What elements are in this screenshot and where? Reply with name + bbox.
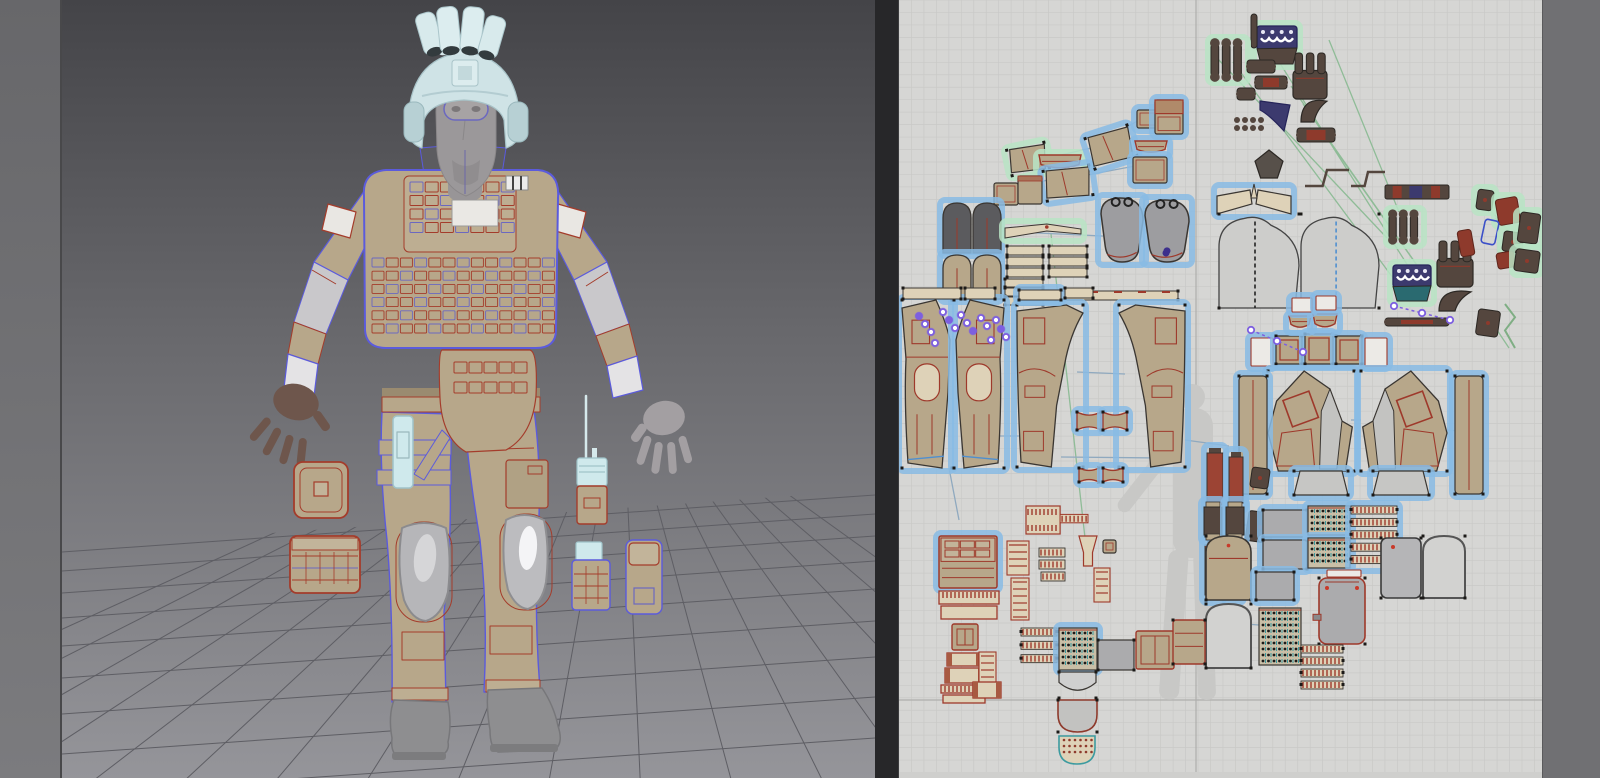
pattern-piece-belt-s6[interactable] — [1047, 266, 1089, 279]
pattern-piece-hatch-s3[interactable] — [1040, 571, 1066, 582]
pattern-piece-pant-strap2[interactable] — [963, 286, 997, 301]
pattern-piece-lid-b4[interactable] — [1127, 151, 1173, 189]
pattern-piece-bits-l2[interactable] — [972, 681, 1002, 699]
pattern-piece-dots-3[interactable] — [1258, 607, 1302, 666]
pattern-piece-bar-5[interactable] — [1384, 317, 1450, 327]
pattern-piece-belt-s1[interactable] — [1005, 244, 1045, 257]
pattern-piece-quad-dark[interactable] — [1475, 308, 1501, 338]
pattern-piece-tantall[interactable] — [1171, 618, 1207, 666]
app-window — [0, 0, 1600, 778]
molle-pouch — [289, 535, 361, 594]
pattern-piece-stack-box[interactable] — [951, 623, 979, 651]
pattern-piece-stack-pouch[interactable] — [933, 530, 1003, 594]
pattern-piece-belt-s2[interactable] — [1047, 244, 1089, 257]
pattern-editor-2d[interactable] — [899, 0, 1542, 778]
pattern-piece-collar-l[interactable] — [1288, 465, 1354, 501]
pattern-piece-strip-angle[interactable] — [999, 218, 1087, 244]
pattern-piece-belt-s5[interactable] — [1005, 266, 1045, 279]
pattern-piece-lid-a6[interactable] — [1017, 175, 1043, 205]
left-edge-strip — [0, 0, 62, 778]
pattern-piece-bar-3[interactable] — [1236, 87, 1256, 101]
pattern-piece-bit-r7[interactable] — [1509, 244, 1542, 278]
pattern-piece-graypouch-2[interactable] — [1312, 576, 1367, 646]
groin-flap — [438, 349, 537, 453]
pattern-piece-bowtie-4[interactable] — [1097, 462, 1129, 488]
pattern-piece-graybox-3[interactable] — [1250, 566, 1300, 606]
tall-pouch — [625, 539, 663, 615]
pattern-piece-ladder-3[interactable] — [1093, 567, 1111, 603]
pattern-piece-belt-s4[interactable] — [1047, 255, 1089, 268]
pattern-piece-stack-b1[interactable] — [946, 652, 982, 667]
pattern-piece-hatch-s1[interactable] — [1038, 547, 1066, 558]
chest-clip — [505, 175, 529, 191]
pattern-piece-bar-1[interactable] — [1246, 59, 1276, 74]
right-ear-cup — [507, 101, 529, 143]
pattern-piece-stack-b2[interactable] — [944, 667, 984, 684]
pattern-piece-graypouch-1[interactable] — [1379, 536, 1423, 600]
pattern-piece-hatchrows-3[interactable] — [1019, 627, 1059, 664]
pattern-editor-canvas[interactable] — [899, 0, 1542, 778]
pattern-piece-dome-dots[interactable] — [1058, 735, 1096, 765]
pattern-piece-knuckle-r[interactable] — [1387, 259, 1437, 307]
pattern-piece-jacket-wing-r[interactable] — [1449, 370, 1489, 500]
pattern-piece-white-bar[interactable] — [1326, 569, 1362, 578]
pattern-piece-small-square[interactable] — [1102, 539, 1117, 554]
pattern-piece-strap-row2[interactable] — [1063, 286, 1095, 300]
pattern-piece-u-pouch[interactable] — [1056, 698, 1099, 734]
left-ear-cup — [403, 101, 425, 143]
pattern-piece-dark-t2[interactable] — [1249, 466, 1271, 490]
pattern-piece-bar-4[interactable] — [1296, 127, 1336, 143]
viewport-3d-canvas[interactable] — [62, 0, 875, 778]
pattern-piece-bar-2[interactable] — [1254, 75, 1288, 90]
pattern-piece-stick-1[interactable] — [1250, 13, 1258, 49]
utility-pouch — [293, 461, 349, 519]
panel-separator[interactable] — [875, 0, 899, 778]
thigh-rig-buckle — [392, 415, 414, 489]
chest-patch — [451, 199, 499, 227]
pattern-piece-pant-strap1[interactable] — [901, 286, 963, 301]
pattern-piece-arch-outline2[interactable] — [1421, 534, 1467, 600]
pattern-piece-arch-pouch[interactable] — [1204, 534, 1253, 602]
pattern-piece-lid-b2[interactable] — [1149, 94, 1189, 140]
pattern-piece-ladder-1[interactable] — [1006, 540, 1030, 576]
pattern-piece-strap-row1[interactable] — [1013, 284, 1067, 306]
pattern-piece-graybox-4[interactable] — [1096, 638, 1136, 672]
left-thigh-strap2 — [376, 469, 452, 486]
pattern-piece-hatch-s2[interactable] — [1038, 559, 1066, 570]
viewport-3d[interactable] — [62, 0, 875, 778]
pattern-piece-vest-pouch-5[interactable] — [1359, 332, 1393, 372]
right-edge-strip — [1542, 0, 1600, 778]
pattern-piece-vest-flap-4[interactable] — [1310, 290, 1342, 316]
pattern-piece-collar-r[interactable] — [1367, 465, 1435, 501]
pattern-piece-ladder-2[interactable] — [1010, 577, 1030, 621]
pattern-piece-dots-4[interactable] — [1053, 622, 1103, 676]
pattern-piece-gloveback-1[interactable] — [1292, 52, 1328, 100]
pattern-piece-segbar[interactable] — [1384, 184, 1450, 200]
pattern-piece-arch-outline1[interactable] — [1204, 602, 1253, 670]
pattern-piece-belt-s3[interactable] — [1005, 255, 1045, 268]
pattern-piece-tanbox-b[interactable] — [1135, 630, 1175, 670]
